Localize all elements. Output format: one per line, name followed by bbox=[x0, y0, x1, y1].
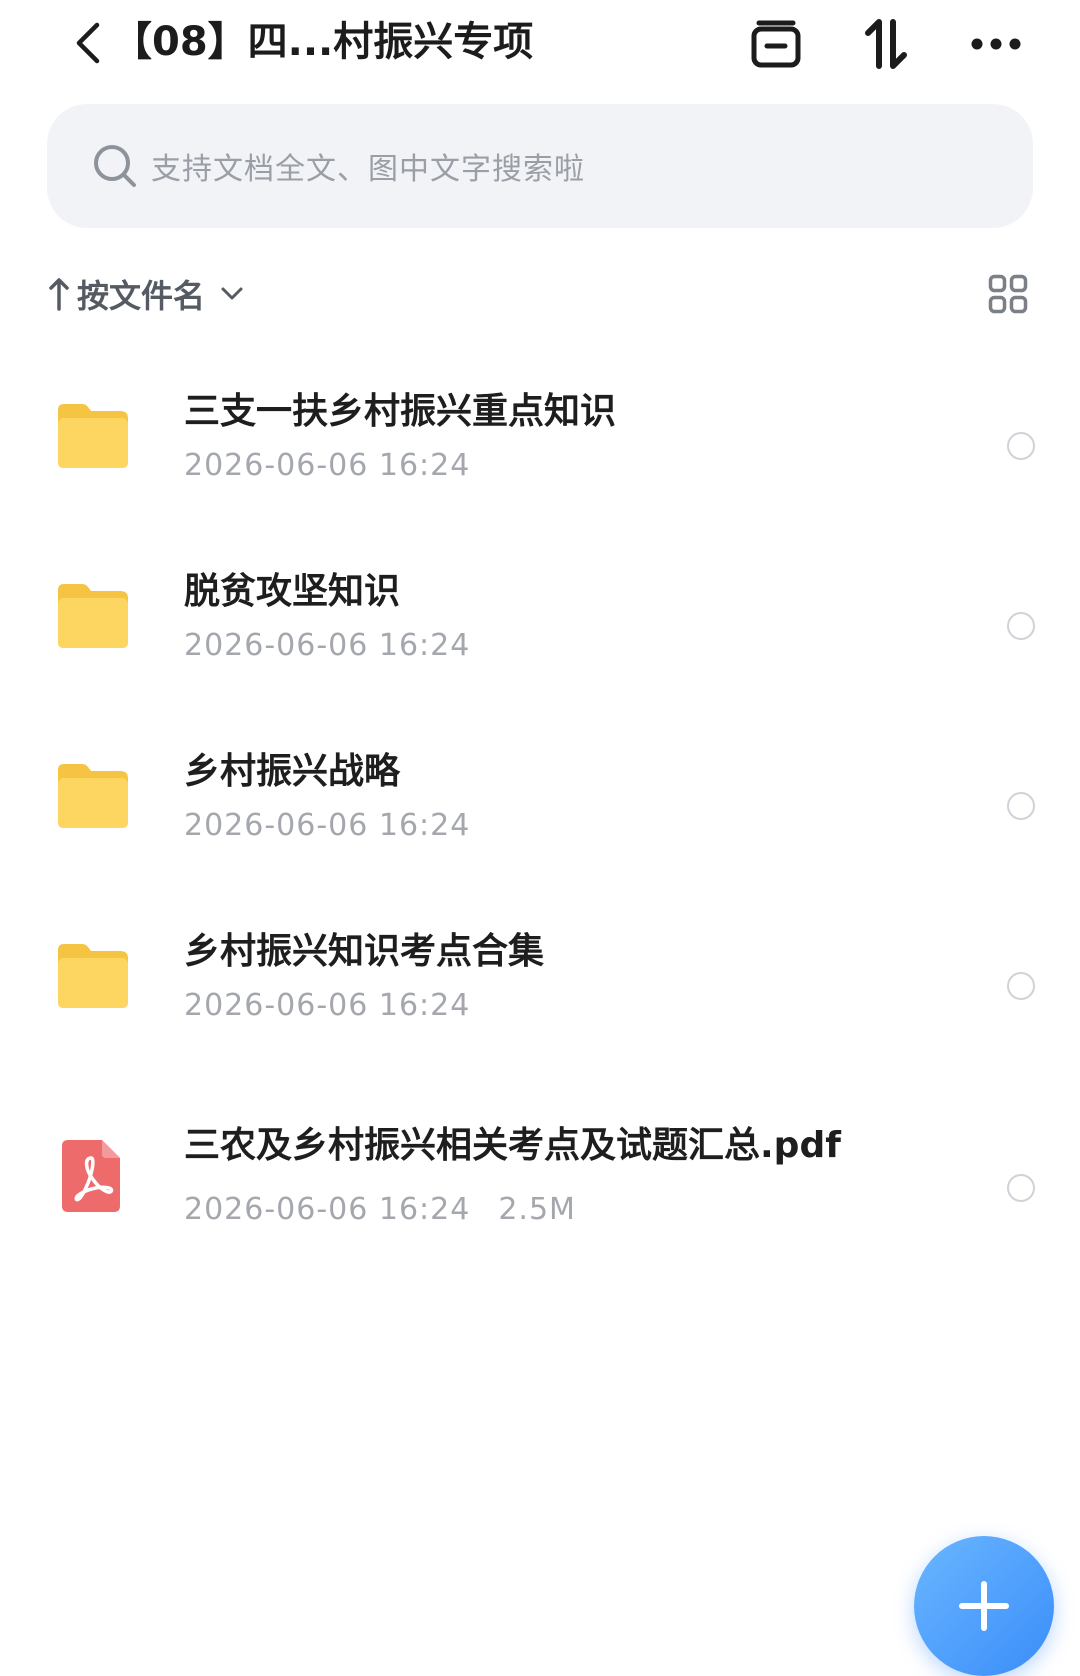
file-name: 三支一扶乡村振兴重点知识 bbox=[184, 391, 617, 432]
sort-selector[interactable]: 按文件名 bbox=[47, 264, 245, 324]
grid-view-icon bbox=[988, 274, 1028, 314]
file-date: 2026-06-06 16:24 bbox=[184, 448, 471, 483]
file-meta: 2026-06-06 16:24 bbox=[184, 986, 470, 1026]
file-date: 2026-06-06 16:24 bbox=[184, 1192, 471, 1227]
select-checkbox[interactable] bbox=[1007, 792, 1035, 820]
folder-icon bbox=[58, 584, 128, 648]
file-name: 脱贫攻坚知识 bbox=[184, 571, 401, 612]
box-button[interactable] bbox=[746, 14, 806, 74]
select-checkbox[interactable] bbox=[1007, 972, 1035, 1000]
file-item[interactable]: 三农及乡村振兴相关考点及试题汇总.pdf 2026-06-06 16:24 2.5… bbox=[0, 1110, 1080, 1260]
grid-view-button[interactable] bbox=[984, 270, 1032, 318]
folder-icon bbox=[58, 944, 128, 1008]
file-item[interactable]: 脱贫攻坚知识 2026-06-06 16:24 bbox=[0, 550, 1080, 670]
page-title: 【08】四...村振兴专项 bbox=[112, 19, 534, 65]
file-item[interactable]: 乡村振兴战略 2026-06-06 16:24 bbox=[0, 730, 1080, 850]
pdf-icon bbox=[62, 1140, 120, 1212]
file-name: 乡村振兴战略 bbox=[184, 751, 401, 792]
plus-icon bbox=[959, 1581, 1009, 1631]
search-icon bbox=[91, 142, 139, 190]
file-size: 2.5M bbox=[498, 1192, 576, 1227]
sort-button[interactable] bbox=[856, 14, 916, 74]
file-name: 乡村振兴知识考点合集 bbox=[184, 931, 545, 972]
box-icon bbox=[751, 20, 801, 68]
folder-icon bbox=[58, 764, 128, 828]
file-date: 2026-06-06 16:24 bbox=[184, 988, 471, 1023]
file-meta: 2026-06-06 16:24 2.5M bbox=[184, 1190, 576, 1230]
back-icon bbox=[76, 22, 100, 64]
arrow-up-icon bbox=[47, 274, 71, 314]
more-button[interactable] bbox=[966, 14, 1026, 74]
add-button[interactable] bbox=[914, 1536, 1054, 1676]
file-meta: 2026-06-06 16:24 bbox=[184, 626, 470, 666]
back-button[interactable] bbox=[66, 18, 110, 68]
file-date: 2026-06-06 16:24 bbox=[184, 628, 471, 663]
top-bar: 【08】四...村振兴专项 bbox=[0, 0, 1080, 92]
sort-label: 按文件名 bbox=[77, 277, 206, 315]
more-icon bbox=[971, 38, 1021, 50]
sort-icon bbox=[865, 19, 907, 69]
select-checkbox[interactable] bbox=[1007, 432, 1035, 460]
chevron-down-icon bbox=[219, 281, 245, 307]
search-placeholder[interactable]: 支持文档全文、图中文字搜索啦 bbox=[151, 144, 585, 188]
file-date: 2026-06-06 16:24 bbox=[184, 808, 471, 843]
file-meta: 2026-06-06 16:24 bbox=[184, 806, 470, 846]
file-item[interactable]: 三支一扶乡村振兴重点知识 2026-06-06 16:24 bbox=[0, 370, 1080, 490]
folder-icon bbox=[58, 404, 128, 468]
file-meta: 2026-06-06 16:24 bbox=[184, 446, 470, 486]
file-item[interactable]: 乡村振兴知识考点合集 2026-06-06 16:24 bbox=[0, 910, 1080, 1030]
select-checkbox[interactable] bbox=[1007, 1174, 1035, 1202]
select-checkbox[interactable] bbox=[1007, 612, 1035, 640]
file-name: 三农及乡村振兴相关考点及试题汇总.pdf bbox=[184, 1125, 841, 1166]
search-bar[interactable]: 支持文档全文、图中文字搜索啦 bbox=[47, 104, 1033, 228]
